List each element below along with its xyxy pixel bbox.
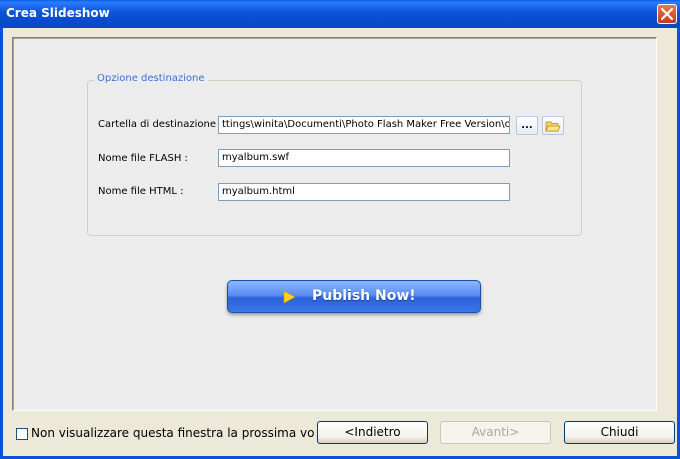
folder-label: Cartella di destinazione : bbox=[98, 119, 223, 130]
play-icon bbox=[283, 290, 296, 304]
flash-file-field[interactable]: myalbum.swf bbox=[218, 149, 510, 167]
next-button[interactable]: Avanti> bbox=[440, 421, 551, 444]
publish-now-button[interactable]: Publish Now! bbox=[227, 280, 481, 313]
publish-label: Publish Now! bbox=[312, 288, 416, 304]
close-icon bbox=[661, 8, 673, 20]
flash-file-label: Nome file FLASH : bbox=[98, 153, 188, 164]
window-title: Crea Slideshow bbox=[6, 6, 110, 20]
html-file-label: Nome file HTML : bbox=[98, 186, 184, 197]
dialog-window: Crea Slideshow Opzione destinazione Cart… bbox=[0, 0, 680, 459]
close-window-button[interactable] bbox=[657, 4, 677, 24]
folder-open-icon bbox=[545, 121, 561, 132]
html-file-field[interactable]: myalbum.html bbox=[218, 183, 510, 201]
group-legend: Opzione destinazione bbox=[94, 73, 208, 84]
destination-folder-field[interactable]: ttings\winita\Documenti\Photo Flash Make… bbox=[218, 116, 510, 134]
back-button[interactable]: <Indietro bbox=[317, 421, 428, 444]
title-bar[interactable]: Crea Slideshow bbox=[0, 0, 680, 28]
content-panel: Opzione destinazione Cartella di destina… bbox=[12, 37, 657, 411]
open-folder-button[interactable] bbox=[542, 116, 564, 135]
dont-show-again-checkbox[interactable] bbox=[16, 428, 28, 440]
dialog-body: Opzione destinazione Cartella di destina… bbox=[3, 28, 677, 456]
close-button[interactable]: Chiudi bbox=[564, 421, 675, 444]
browse-button[interactable]: ... bbox=[516, 116, 538, 135]
dont-show-again-label: Non visualizzare questa finestra la pros… bbox=[31, 426, 315, 440]
